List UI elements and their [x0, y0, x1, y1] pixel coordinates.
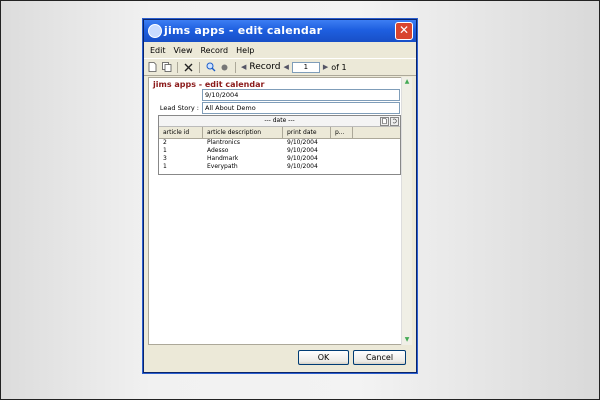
- add-row-icon[interactable]: [380, 117, 389, 126]
- edit-calendar-window: jims apps - edit calendar ✕ Edit View Re…: [143, 19, 417, 373]
- grid-header: article id article description print dat…: [159, 127, 400, 139]
- column-truncated[interactable]: p...: [331, 127, 353, 138]
- toolbar-separator: [199, 61, 200, 73]
- close-icon[interactable]: ✕: [395, 22, 413, 40]
- previous-record-icon[interactable]: ◀: [241, 63, 246, 71]
- cell-article-id: 2: [163, 139, 167, 146]
- search-icon[interactable]: [205, 62, 216, 73]
- cell-print-date: 9/10/2004: [287, 163, 318, 170]
- cell-print-date: 9/10/2004: [287, 155, 318, 162]
- column-article-description[interactable]: article description: [203, 127, 283, 138]
- scroll-up-icon[interactable]: ▲: [402, 77, 412, 87]
- column-article-id[interactable]: article id: [159, 127, 203, 138]
- subform-buttons: [380, 117, 399, 126]
- table-row[interactable]: 3 Handmark 9/10/2004: [159, 155, 400, 163]
- previous-record-arrow-icon[interactable]: ◀: [284, 63, 289, 71]
- cell-article-description: Everypath: [207, 163, 238, 170]
- vertical-scrollbar[interactable]: ▲ ▼: [401, 77, 412, 345]
- record-number-field[interactable]: 1: [291, 61, 320, 73]
- scroll-down-icon[interactable]: ▼: [402, 335, 412, 345]
- cell-article-description: Handmark: [207, 155, 239, 162]
- cell-article-description: Adesso: [207, 147, 229, 154]
- menu-help[interactable]: Help: [232, 46, 258, 55]
- table-row[interactable]: 2 Plantronics 9/10/2004: [159, 139, 400, 147]
- toolbar: ◀ Record ◀ 1 ▶ of 1: [144, 58, 416, 76]
- delete-record-icon[interactable]: [183, 62, 194, 73]
- column-print-date[interactable]: print date: [283, 127, 331, 138]
- ok-button[interactable]: OK: [298, 350, 349, 365]
- articles-subform: --- date --- article id article descript…: [158, 115, 401, 175]
- record-label: Record: [249, 62, 281, 72]
- lead-story-field[interactable]: All About Demo: [202, 102, 400, 114]
- subform-title: --- date ---: [264, 117, 295, 124]
- cell-print-date: 9/10/2004: [287, 147, 318, 154]
- cell-article-id: 1: [163, 163, 167, 170]
- title-bar[interactable]: jims apps - edit calendar ✕: [144, 20, 416, 42]
- copy-record-icon[interactable]: [161, 62, 172, 73]
- cell-print-date: 9/10/2004: [287, 139, 318, 146]
- record-count: of 1: [331, 62, 347, 72]
- new-record-icon[interactable]: [147, 62, 158, 73]
- toolbar-separator: [177, 61, 178, 73]
- menu-record[interactable]: Record: [196, 46, 232, 55]
- filter-icon[interactable]: [219, 62, 230, 73]
- date-field[interactable]: 9/10/2004: [202, 89, 400, 101]
- app-icon: [148, 24, 162, 38]
- lead-story-label: Lead Story :: [159, 104, 199, 112]
- window-title: jims apps - edit calendar: [164, 24, 323, 37]
- table-row[interactable]: 1 Adesso 9/10/2004: [159, 147, 400, 155]
- cell-article-id: 3: [163, 155, 167, 162]
- menu-edit[interactable]: Edit: [146, 46, 170, 55]
- table-row[interactable]: 1 Everypath 9/10/2004: [159, 163, 400, 171]
- toolbar-separator: [235, 61, 236, 73]
- cell-article-description: Plantronics: [207, 139, 241, 146]
- menu-view[interactable]: View: [170, 46, 197, 55]
- cell-article-id: 1: [163, 147, 167, 154]
- menu-bar: Edit View Record Help: [144, 42, 416, 58]
- form-area: jims apps - edit calendar date: 9/10/200…: [148, 77, 402, 345]
- form-heading: jims apps - edit calendar: [153, 80, 265, 89]
- refresh-icon[interactable]: [390, 117, 399, 126]
- next-record-icon[interactable]: ▶: [323, 63, 328, 71]
- subform-header: --- date ---: [159, 116, 400, 127]
- cancel-button[interactable]: Cancel: [353, 350, 406, 365]
